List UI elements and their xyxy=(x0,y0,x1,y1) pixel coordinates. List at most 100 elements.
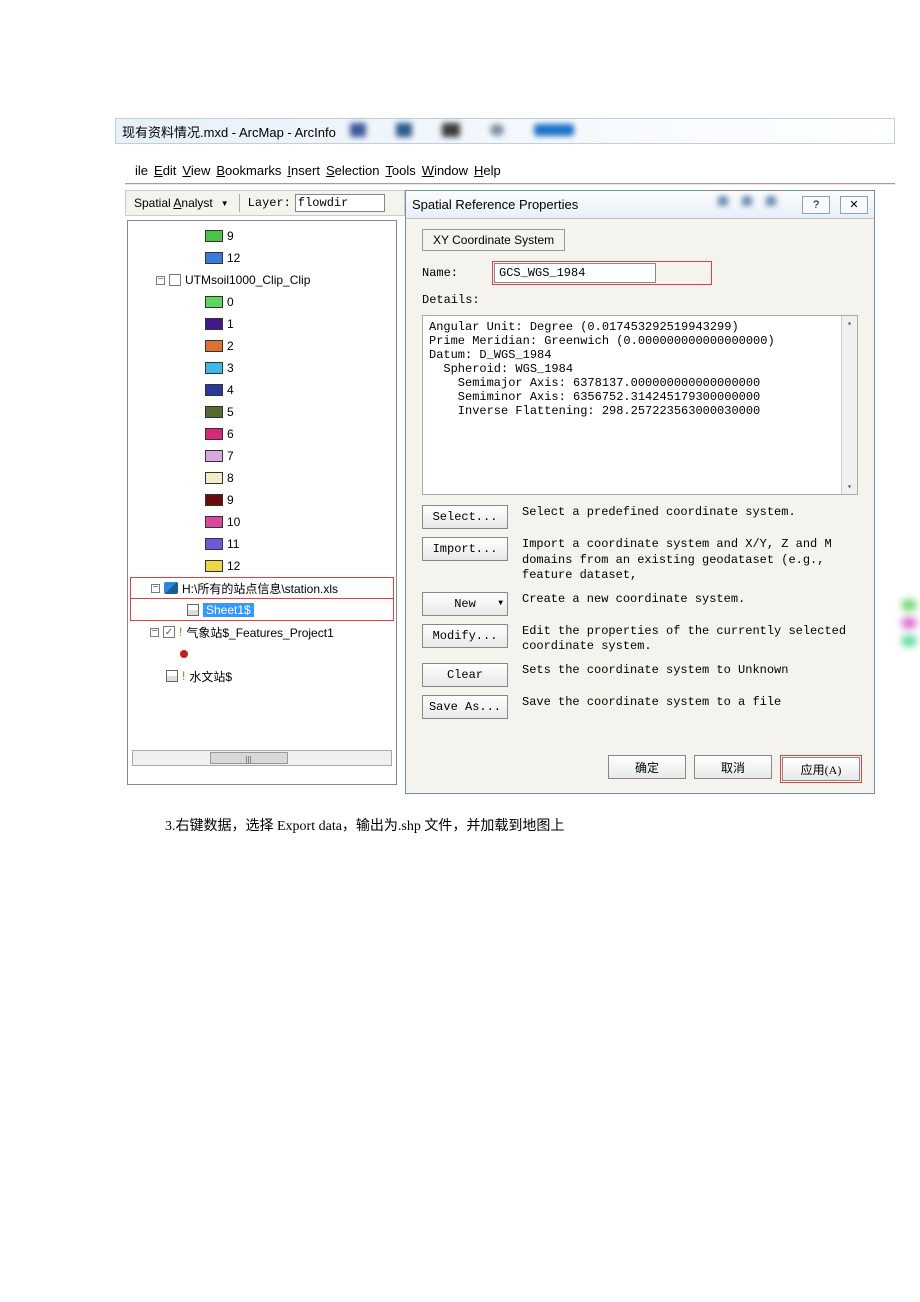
legend-label: 8 xyxy=(227,471,234,485)
layer-name: UTMsoil1000_Clip_Clip xyxy=(185,273,310,287)
legend-item: 1 xyxy=(130,313,394,335)
button-description: Sets the coordinate system to Unknown xyxy=(522,663,858,679)
dialog-title-bar: Spatial Reference Properties ? ✕ xyxy=(406,191,874,219)
xls-node[interactable]: − H:\所有的站点信息\station.xls xyxy=(130,577,394,599)
tab-xy-coordinate[interactable]: XY Coordinate System xyxy=(422,229,565,251)
legend-item: 5 xyxy=(130,401,394,423)
checkbox[interactable] xyxy=(169,274,181,286)
legend-item: 11 xyxy=(130,533,394,555)
menu-help[interactable]: Help xyxy=(474,163,501,178)
color-swatch-icon xyxy=(205,516,223,528)
color-swatch-icon xyxy=(205,538,223,550)
legend-label: 1 xyxy=(227,317,234,331)
color-swatch-icon xyxy=(205,296,223,308)
menu-bar: ile Edit View Bookmarks Insert Selection… xyxy=(125,158,895,182)
title-bar-blur-decor xyxy=(350,116,850,144)
layer-warning-icon: ! xyxy=(182,669,185,683)
collapse-icon[interactable]: − xyxy=(151,584,160,593)
layer-warning-icon: ! xyxy=(179,625,182,639)
window-title: 现有资料情况.mxd - ArcMap - ArcInfo xyxy=(122,122,336,141)
checkbox[interactable]: ✓ xyxy=(163,626,175,638)
help-button[interactable]: ? xyxy=(802,196,830,214)
color-swatch-icon xyxy=(205,252,223,264)
horizontal-scrollbar[interactable] xyxy=(132,750,392,766)
color-swatch-icon xyxy=(205,340,223,352)
legend-label: 0 xyxy=(227,295,234,309)
dialog-title: Spatial Reference Properties xyxy=(412,197,578,212)
layer-node[interactable]: − UTMsoil1000_Clip_Clip xyxy=(130,269,394,291)
legend-label: 5 xyxy=(227,405,234,419)
legend-label: 12 xyxy=(227,559,240,573)
color-swatch-icon xyxy=(205,406,223,418)
color-swatch-icon xyxy=(205,472,223,484)
button-description: Save the coordinate system to a file xyxy=(522,695,858,711)
cancel-button[interactable]: 取消 xyxy=(694,755,772,779)
legend-item: 8 xyxy=(130,467,394,489)
spatial-analyst-dropdown[interactable]: Spatial Analyst xyxy=(126,196,221,210)
select-button[interactable]: Select... xyxy=(422,505,508,529)
table-icon xyxy=(166,670,178,682)
button-description: Create a new coordinate system. xyxy=(522,592,858,608)
spatial-analyst-toolbar: Spatial Analyst ▼ Layer: xyxy=(125,190,405,216)
color-swatch-icon xyxy=(205,230,223,242)
symbol-row xyxy=(130,643,394,665)
close-button[interactable]: ✕ xyxy=(840,196,868,214)
color-swatch-icon xyxy=(205,318,223,330)
collapse-icon[interactable]: − xyxy=(156,276,165,285)
feature-layer-node[interactable]: − ✓ ! 气象站$_Features_Project1 xyxy=(130,621,394,643)
apply-button[interactable]: 应用(A) xyxy=(782,757,860,781)
name-input[interactable] xyxy=(494,263,656,283)
color-swatch-icon xyxy=(205,450,223,462)
legend-label: 7 xyxy=(227,449,234,463)
import-button[interactable]: Import... xyxy=(422,537,508,561)
legend-label: 4 xyxy=(227,383,234,397)
menu-insert[interactable]: Insert xyxy=(287,163,320,178)
legend-item: 9 xyxy=(130,489,394,511)
menu-window[interactable]: Window xyxy=(422,163,468,178)
excel-file-icon xyxy=(164,582,178,594)
newbutton[interactable]: New▼ xyxy=(422,592,508,616)
xls-path: H:\所有的站点信息\station.xls xyxy=(182,580,338,597)
name-label: Name: xyxy=(422,266,482,280)
menu-selection[interactable]: Selection xyxy=(326,163,379,178)
caption-text: 3.右键数据，选择 Export data，输出为.shp 文件，并加载到地图上 xyxy=(165,815,564,835)
button-description: Import a coordinate system and X/Y, Z an… xyxy=(522,537,858,584)
ok-button[interactable]: 确定 xyxy=(608,755,686,779)
chevron-down-icon[interactable]: ▼ xyxy=(221,199,229,208)
legend-item: 10 xyxy=(130,511,394,533)
clearbutton[interactable]: Clear xyxy=(422,663,508,687)
sheet-name: Sheet1$ xyxy=(203,603,254,617)
scroll-up-icon: ▴ xyxy=(842,316,857,330)
color-swatch-icon xyxy=(205,560,223,572)
vertical-scrollbar[interactable]: ▴▾ xyxy=(841,316,857,494)
point-symbol-icon xyxy=(180,650,188,658)
legend-label: 6 xyxy=(227,427,234,441)
menu-edit[interactable]: Edit xyxy=(154,163,176,178)
legend-label: 2 xyxy=(227,339,234,353)
details-textarea[interactable]: Angular Unit: Degree (0.0174532925199432… xyxy=(422,315,858,495)
sheet-node[interactable]: Sheet1$ xyxy=(130,599,394,621)
legend-label: 9 xyxy=(227,229,234,243)
menu-file[interactable]: ile xyxy=(135,163,148,178)
menu-view[interactable]: View xyxy=(182,163,210,178)
color-swatch-icon xyxy=(205,384,223,396)
layer-input[interactable] xyxy=(295,194,385,212)
menu-separator xyxy=(125,183,895,185)
menu-bookmarks[interactable]: Bookmarks xyxy=(216,163,281,178)
menu-tools[interactable]: Tools xyxy=(385,163,415,178)
side-blur-decor xyxy=(902,600,920,660)
save-as-button[interactable]: Save As... xyxy=(422,695,508,719)
modify-button[interactable]: Modify... xyxy=(422,624,508,648)
legend-item: 9 xyxy=(130,225,394,247)
spatial-reference-dialog: Spatial Reference Properties ? ✕ XY Coor… xyxy=(405,190,875,794)
legend-label: 10 xyxy=(227,515,240,529)
legend-label: 3 xyxy=(227,361,234,375)
color-swatch-icon xyxy=(205,428,223,440)
layer-label: Layer: xyxy=(248,196,291,210)
legend-item: 0 xyxy=(130,291,394,313)
collapse-icon[interactable]: − xyxy=(150,628,159,637)
hydro-layer-node[interactable]: ! 水文站$ xyxy=(130,665,394,687)
legend-item: 12 xyxy=(130,555,394,577)
button-description: Edit the properties of the currently sel… xyxy=(522,624,858,655)
details-label: Details: xyxy=(422,293,482,307)
